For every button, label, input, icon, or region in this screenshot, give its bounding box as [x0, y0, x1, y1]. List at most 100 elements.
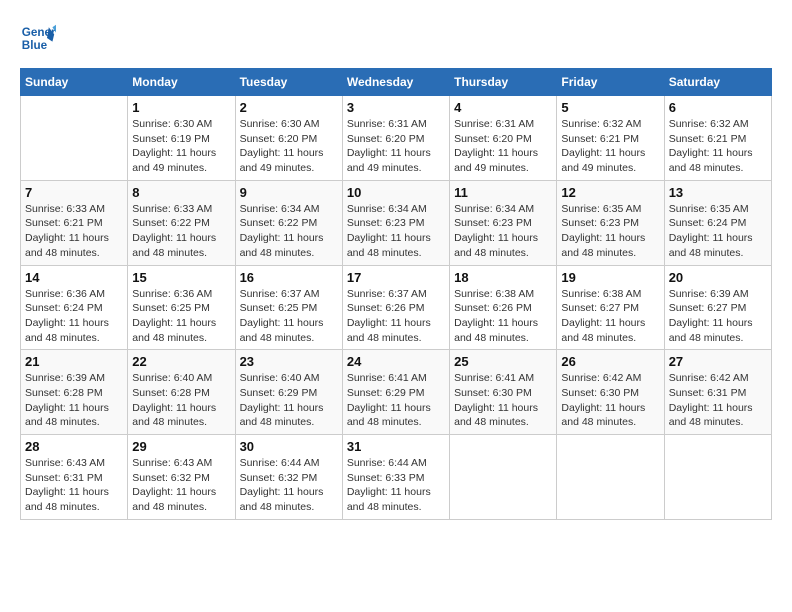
calendar-cell: 25 Sunrise: 6:41 AMSunset: 6:30 PMDayligh… [450, 350, 557, 435]
weekday-header-friday: Friday [557, 69, 664, 96]
calendar-cell: 2 Sunrise: 6:30 AMSunset: 6:20 PMDaylight… [235, 96, 342, 181]
day-number: 14 [25, 270, 123, 285]
day-info: Sunrise: 6:44 AMSunset: 6:32 PMDaylight:… [240, 456, 338, 515]
day-number: 18 [454, 270, 552, 285]
weekday-header-sunday: Sunday [21, 69, 128, 96]
day-info: Sunrise: 6:42 AMSunset: 6:30 PMDaylight:… [561, 371, 659, 430]
day-number: 10 [347, 185, 445, 200]
calendar-cell: 7 Sunrise: 6:33 AMSunset: 6:21 PMDaylight… [21, 180, 128, 265]
day-number: 30 [240, 439, 338, 454]
day-number: 29 [132, 439, 230, 454]
calendar-cell: 26 Sunrise: 6:42 AMSunset: 6:30 PMDayligh… [557, 350, 664, 435]
calendar-cell: 23 Sunrise: 6:40 AMSunset: 6:29 PMDayligh… [235, 350, 342, 435]
calendar-cell: 12 Sunrise: 6:35 AMSunset: 6:23 PMDayligh… [557, 180, 664, 265]
calendar-cell: 28 Sunrise: 6:43 AMSunset: 6:31 PMDayligh… [21, 435, 128, 520]
day-info: Sunrise: 6:38 AMSunset: 6:26 PMDaylight:… [454, 287, 552, 346]
calendar-cell: 17 Sunrise: 6:37 AMSunset: 6:26 PMDayligh… [342, 265, 449, 350]
day-info: Sunrise: 6:34 AMSunset: 6:23 PMDaylight:… [454, 202, 552, 261]
calendar-cell: 13Sunrise: 6:35 AMSunset: 6:24 PMDayligh… [664, 180, 771, 265]
day-info: Sunrise: 6:36 AMSunset: 6:24 PMDaylight:… [25, 287, 123, 346]
day-number: 25 [454, 354, 552, 369]
day-info: Sunrise: 6:40 AMSunset: 6:28 PMDaylight:… [132, 371, 230, 430]
calendar-cell: 3 Sunrise: 6:31 AMSunset: 6:20 PMDaylight… [342, 96, 449, 181]
day-number: 17 [347, 270, 445, 285]
weekday-header-wednesday: Wednesday [342, 69, 449, 96]
day-number: 21 [25, 354, 123, 369]
day-info: Sunrise: 6:34 AMSunset: 6:22 PMDaylight:… [240, 202, 338, 261]
day-info: Sunrise: 6:44 AMSunset: 6:33 PMDaylight:… [347, 456, 445, 515]
calendar-cell [450, 435, 557, 520]
day-number: 19 [561, 270, 659, 285]
day-number: 20 [669, 270, 767, 285]
day-info: Sunrise: 6:41 AMSunset: 6:29 PMDaylight:… [347, 371, 445, 430]
day-info: Sunrise: 6:41 AMSunset: 6:30 PMDaylight:… [454, 371, 552, 430]
day-number: 11 [454, 185, 552, 200]
day-info: Sunrise: 6:33 AMSunset: 6:22 PMDaylight:… [132, 202, 230, 261]
logo-icon: General Blue [20, 20, 56, 56]
calendar-cell: 31 Sunrise: 6:44 AMSunset: 6:33 PMDayligh… [342, 435, 449, 520]
calendar-cell: 9 Sunrise: 6:34 AMSunset: 6:22 PMDaylight… [235, 180, 342, 265]
day-info: Sunrise: 6:39 AMSunset: 6:27 PMDaylight:… [669, 287, 767, 346]
weekday-header-thursday: Thursday [450, 69, 557, 96]
calendar-cell: 10 Sunrise: 6:34 AMSunset: 6:23 PMDayligh… [342, 180, 449, 265]
calendar-cell: 19 Sunrise: 6:38 AMSunset: 6:27 PMDayligh… [557, 265, 664, 350]
day-info: Sunrise: 6:32 AMSunset: 6:21 PMDaylight:… [561, 117, 659, 176]
calendar-cell: 18 Sunrise: 6:38 AMSunset: 6:26 PMDayligh… [450, 265, 557, 350]
calendar-cell: 21 Sunrise: 6:39 AMSunset: 6:28 PMDayligh… [21, 350, 128, 435]
day-info: Sunrise: 6:36 AMSunset: 6:25 PMDaylight:… [132, 287, 230, 346]
day-number: 15 [132, 270, 230, 285]
day-info: Sunrise: 6:35 AMSunset: 6:24 PMDaylight:… [669, 202, 767, 261]
day-number: 23 [240, 354, 338, 369]
day-info: Sunrise: 6:34 AMSunset: 6:23 PMDaylight:… [347, 202, 445, 261]
day-number: 7 [25, 185, 123, 200]
day-number: 8 [132, 185, 230, 200]
day-info: Sunrise: 6:40 AMSunset: 6:29 PMDaylight:… [240, 371, 338, 430]
day-info: Sunrise: 6:35 AMSunset: 6:23 PMDaylight:… [561, 202, 659, 261]
day-number: 24 [347, 354, 445, 369]
weekday-header-saturday: Saturday [664, 69, 771, 96]
weekday-header-tuesday: Tuesday [235, 69, 342, 96]
day-number: 31 [347, 439, 445, 454]
day-number: 28 [25, 439, 123, 454]
day-number: 4 [454, 100, 552, 115]
day-number: 9 [240, 185, 338, 200]
logo: General Blue [20, 20, 60, 56]
calendar-cell: 15 Sunrise: 6:36 AMSunset: 6:25 PMDayligh… [128, 265, 235, 350]
day-info: Sunrise: 6:30 AMSunset: 6:19 PMDaylight:… [132, 117, 230, 176]
calendar-cell: 5Sunrise: 6:32 AMSunset: 6:21 PMDaylight… [557, 96, 664, 181]
calendar-cell: 27 Sunrise: 6:42 AMSunset: 6:31 PMDayligh… [664, 350, 771, 435]
day-number: 6 [669, 100, 767, 115]
day-info: Sunrise: 6:30 AMSunset: 6:20 PMDaylight:… [240, 117, 338, 176]
day-number: 3 [347, 100, 445, 115]
day-info: Sunrise: 6:33 AMSunset: 6:21 PMDaylight:… [25, 202, 123, 261]
day-number: 26 [561, 354, 659, 369]
calendar-cell: 22Sunrise: 6:40 AMSunset: 6:28 PMDayligh… [128, 350, 235, 435]
day-number: 16 [240, 270, 338, 285]
calendar: SundayMondayTuesdayWednesdayThursdayFrid… [20, 68, 772, 520]
calendar-cell: 11 Sunrise: 6:34 AMSunset: 6:23 PMDayligh… [450, 180, 557, 265]
calendar-cell: 1 Sunrise: 6:30 AMSunset: 6:19 PMDaylight… [128, 96, 235, 181]
day-info: Sunrise: 6:42 AMSunset: 6:31 PMDaylight:… [669, 371, 767, 430]
calendar-cell: 16Sunrise: 6:37 AMSunset: 6:25 PMDayligh… [235, 265, 342, 350]
day-info: Sunrise: 6:31 AMSunset: 6:20 PMDaylight:… [347, 117, 445, 176]
day-info: Sunrise: 6:43 AMSunset: 6:32 PMDaylight:… [132, 456, 230, 515]
day-number: 12 [561, 185, 659, 200]
calendar-cell: 6 Sunrise: 6:32 AMSunset: 6:21 PMDaylight… [664, 96, 771, 181]
calendar-cell: 29 Sunrise: 6:43 AMSunset: 6:32 PMDayligh… [128, 435, 235, 520]
day-number: 2 [240, 100, 338, 115]
day-info: Sunrise: 6:43 AMSunset: 6:31 PMDaylight:… [25, 456, 123, 515]
day-info: Sunrise: 6:32 AMSunset: 6:21 PMDaylight:… [669, 117, 767, 176]
calendar-cell: 8 Sunrise: 6:33 AMSunset: 6:22 PMDaylight… [128, 180, 235, 265]
day-info: Sunrise: 6:38 AMSunset: 6:27 PMDaylight:… [561, 287, 659, 346]
calendar-cell: 14 Sunrise: 6:36 AMSunset: 6:24 PMDayligh… [21, 265, 128, 350]
calendar-cell: 24 Sunrise: 6:41 AMSunset: 6:29 PMDayligh… [342, 350, 449, 435]
day-info: Sunrise: 6:37 AMSunset: 6:26 PMDaylight:… [347, 287, 445, 346]
calendar-cell [664, 435, 771, 520]
calendar-cell [557, 435, 664, 520]
weekday-header-monday: Monday [128, 69, 235, 96]
calendar-cell: 30 Sunrise: 6:44 AMSunset: 6:32 PMDayligh… [235, 435, 342, 520]
day-number: 27 [669, 354, 767, 369]
calendar-cell: 20 Sunrise: 6:39 AMSunset: 6:27 PMDayligh… [664, 265, 771, 350]
day-number: 1 [132, 100, 230, 115]
day-info: Sunrise: 6:39 AMSunset: 6:28 PMDaylight:… [25, 371, 123, 430]
